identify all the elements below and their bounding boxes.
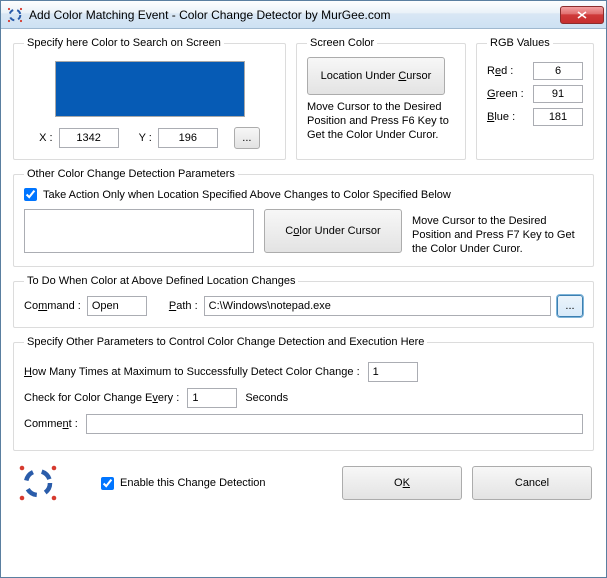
screen-color-legend: Screen Color bbox=[307, 37, 377, 49]
command-label: Command : bbox=[24, 300, 81, 312]
comment-label: Comment : bbox=[24, 418, 78, 430]
search-color-swatch bbox=[55, 61, 245, 117]
green-label: Green : bbox=[487, 88, 533, 100]
group-extra-params: Specify Other Parameters to Control Colo… bbox=[13, 336, 594, 451]
group-todo: To Do When Color at Above Defined Locati… bbox=[13, 275, 594, 328]
x-input[interactable] bbox=[59, 128, 119, 148]
close-button[interactable] bbox=[560, 6, 604, 24]
xy-browse-button[interactable]: ... bbox=[234, 127, 260, 149]
take-action-checkbox[interactable] bbox=[24, 188, 37, 201]
green-input[interactable] bbox=[533, 85, 583, 103]
enable-detection-checkbox[interactable] bbox=[101, 477, 114, 490]
group-rgb: RGB Values Red : Green : Blue : bbox=[476, 37, 594, 160]
color-under-cursor-hint: Move Cursor to the Desired Position and … bbox=[412, 215, 583, 256]
blue-input[interactable] bbox=[533, 108, 583, 126]
group-screen-color: Screen Color Location Under Cursor Move … bbox=[296, 37, 466, 160]
content: Specify here Color to Search on Screen X… bbox=[1, 29, 606, 577]
footer: Enable this Change Detection OK Cancel bbox=[13, 459, 594, 505]
y-label: Y : bbox=[139, 132, 152, 144]
other-params-legend: Other Color Change Detection Parameters bbox=[24, 168, 238, 180]
y-input[interactable] bbox=[158, 128, 218, 148]
blue-label: Blue : bbox=[487, 111, 533, 123]
max-detect-label: How Many Times at Maximum to Successfull… bbox=[24, 366, 360, 378]
group-other-params: Other Color Change Detection Parameters … bbox=[13, 168, 594, 267]
enable-detection-label[interactable]: Enable this Change Detection bbox=[120, 477, 266, 489]
check-every-unit: Seconds bbox=[245, 392, 288, 404]
ok-button[interactable]: OK bbox=[342, 466, 462, 500]
x-label: X : bbox=[39, 132, 52, 144]
group-search-color: Specify here Color to Search on Screen X… bbox=[13, 37, 286, 160]
red-input[interactable] bbox=[533, 62, 583, 80]
path-input[interactable] bbox=[204, 296, 551, 316]
path-label: Path : bbox=[169, 300, 198, 312]
close-icon bbox=[577, 11, 587, 19]
cancel-button[interactable]: Cancel bbox=[472, 466, 592, 500]
titlebar: Add Color Matching Event - Color Change … bbox=[1, 1, 606, 29]
target-color-swatch bbox=[24, 209, 254, 253]
todo-legend: To Do When Color at Above Defined Locati… bbox=[24, 275, 298, 287]
app-icon bbox=[7, 7, 23, 23]
check-every-label: Check for Color Change Every : bbox=[24, 392, 179, 404]
screen-color-hint: Move Cursor to the Desired Position and … bbox=[307, 101, 455, 142]
window: Add Color Matching Event - Color Change … bbox=[0, 0, 607, 578]
app-logo bbox=[15, 463, 61, 503]
red-label: Red : bbox=[487, 65, 533, 77]
color-under-cursor-button[interactable]: Color Under Cursor bbox=[264, 209, 402, 253]
extra-legend: Specify Other Parameters to Control Colo… bbox=[24, 336, 427, 348]
max-detect-input[interactable] bbox=[368, 362, 418, 382]
take-action-label[interactable]: Take Action Only when Location Specified… bbox=[43, 189, 451, 201]
window-title: Add Color Matching Event - Color Change … bbox=[29, 8, 560, 22]
command-input[interactable] bbox=[87, 296, 147, 316]
comment-input[interactable] bbox=[86, 414, 583, 434]
location-under-cursor-button[interactable]: Location Under Cursor bbox=[307, 57, 445, 95]
rgb-legend: RGB Values bbox=[487, 37, 553, 49]
path-browse-button[interactable]: ... bbox=[557, 295, 583, 317]
search-legend: Specify here Color to Search on Screen bbox=[24, 37, 224, 49]
check-every-input[interactable] bbox=[187, 388, 237, 408]
